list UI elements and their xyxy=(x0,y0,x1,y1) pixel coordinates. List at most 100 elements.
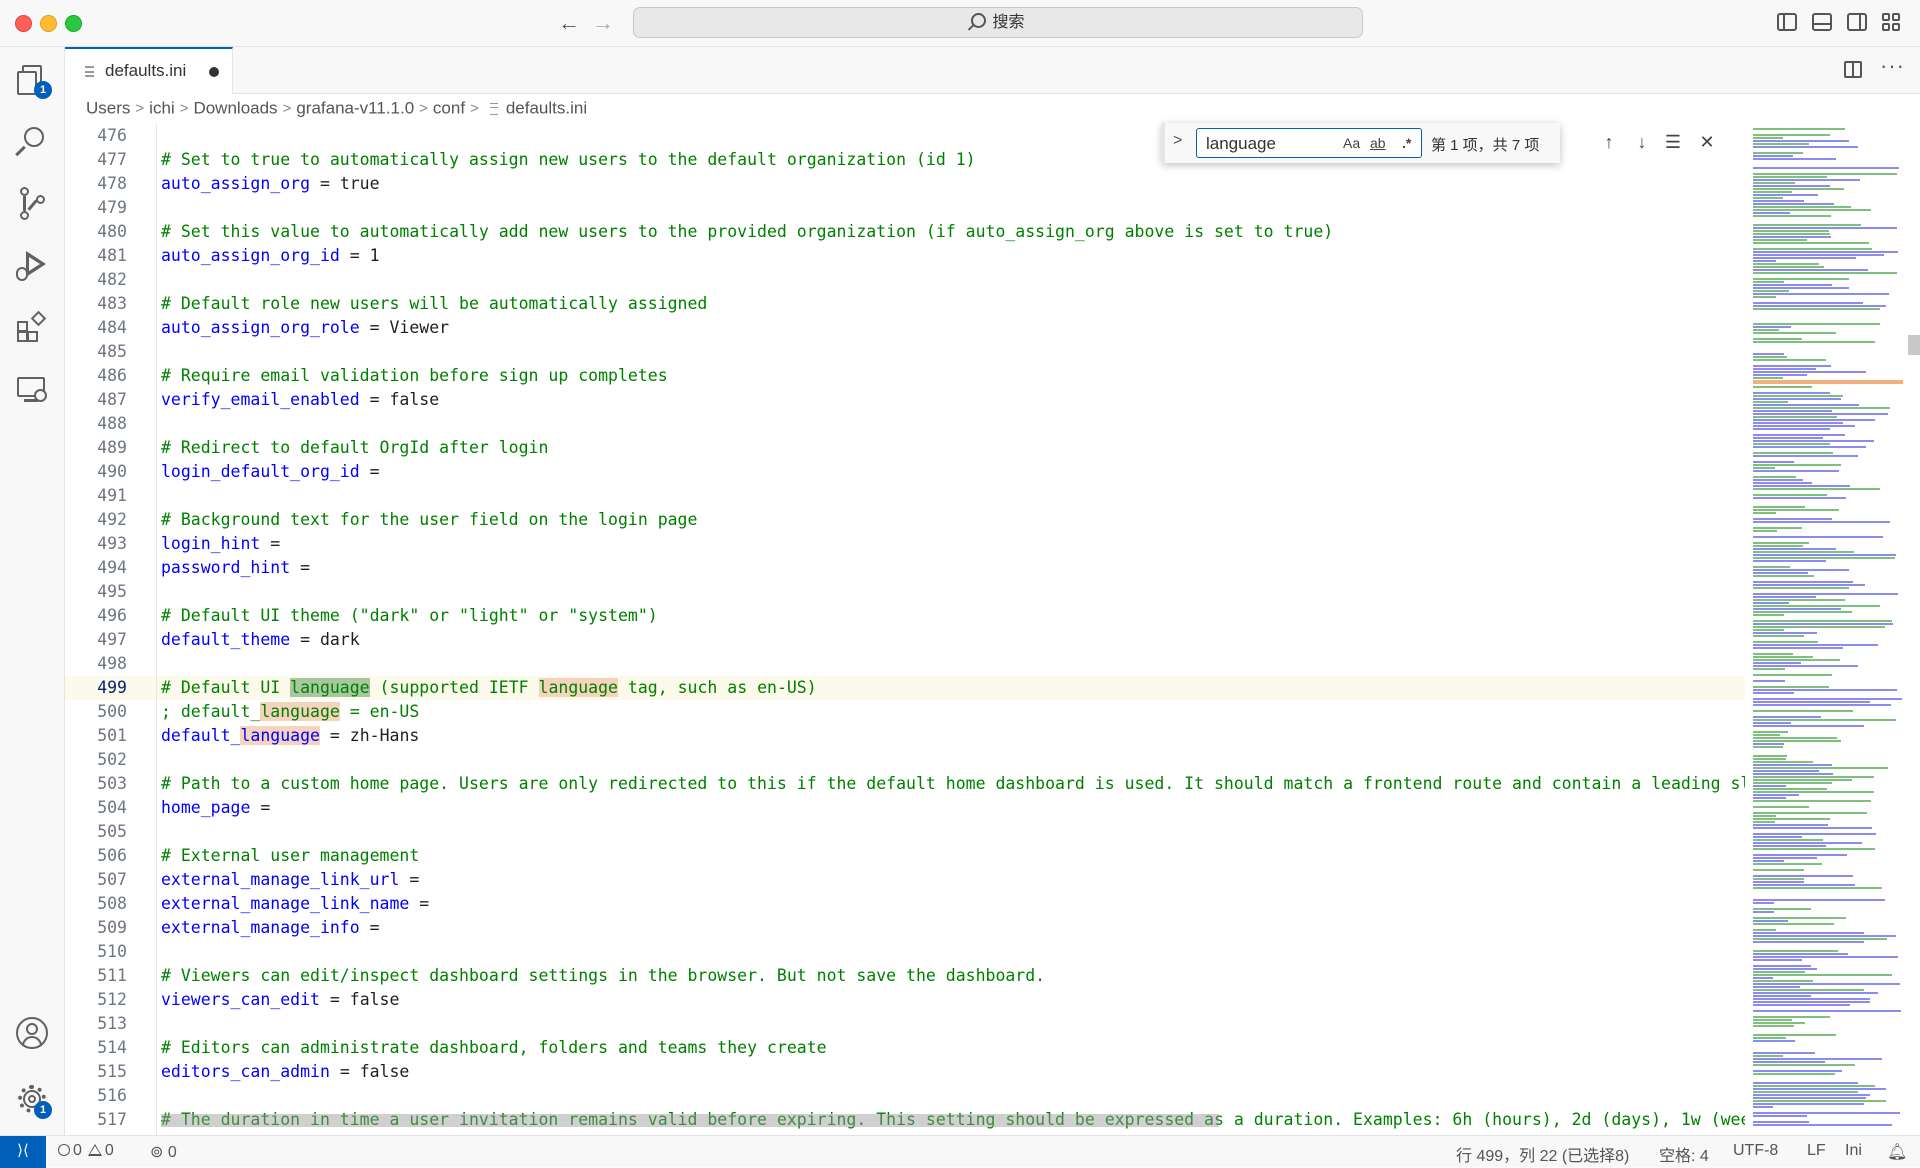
code-line[interactable]: 492 # Background text for the user field … xyxy=(65,508,1745,532)
previous-match-arrow-icon[interactable]: ↑ xyxy=(1597,130,1621,154)
problems-indicator[interactable]: 00 xyxy=(58,1142,114,1160)
code-line[interactable]: 499 # Default UI language (supported IETF… xyxy=(65,676,1745,700)
line-number: 508 xyxy=(97,894,127,913)
code-line[interactable]: 504 home_page = xyxy=(65,796,1745,820)
line-content: default_theme = dark xyxy=(161,628,360,652)
code-line[interactable]: 487 verify_email_enabled = false xyxy=(65,388,1745,412)
whole-word-toggle[interactable]: ab xyxy=(1370,135,1386,151)
ports-indicator[interactable]: ⊚ 0 xyxy=(150,1142,177,1162)
regex-toggle[interactable]: .* xyxy=(1402,135,1411,151)
code-line[interactable]: 501 default_language = zh-Hans xyxy=(65,724,1745,748)
minimap-line xyxy=(1753,662,1801,664)
code-line[interactable]: 486 # Require email validation before sig… xyxy=(65,364,1745,388)
code-line[interactable]: 496 # Default UI theme ("dark" or "light"… xyxy=(65,604,1745,628)
minimap-line xyxy=(1753,233,1830,235)
split-editor-icon[interactable] xyxy=(1844,61,1862,78)
breadcrumb-item[interactable]: Downloads xyxy=(193,99,277,118)
code-line[interactable]: 505 xyxy=(65,820,1745,844)
close-find-icon[interactable]: ✕ xyxy=(1695,130,1719,154)
code-line[interactable]: 503 # Path to a custom home page. Users a… xyxy=(65,772,1745,796)
code-token: external_manage_info xyxy=(161,918,360,937)
more-actions-icon[interactable]: ··· xyxy=(1880,53,1905,79)
code-line[interactable]: 502 xyxy=(65,748,1745,772)
code-line[interactable]: 511 # Viewers can edit/inspect dashboard … xyxy=(65,964,1745,988)
toggle-secondary-sidebar-icon[interactable] xyxy=(1847,13,1867,31)
code-editor[interactable]: 517 # The duration in time a user invitat… xyxy=(65,124,1745,1135)
find-in-selection-icon[interactable]: ☰ xyxy=(1661,130,1685,154)
tab-defaults-ini[interactable]: defaults.ini xyxy=(65,47,233,94)
code-line[interactable]: 509 external_manage_info = xyxy=(65,916,1745,940)
close-window-button[interactable] xyxy=(15,15,32,32)
vertical-scrollbar-thumb[interactable] xyxy=(1908,335,1920,355)
code-line[interactable]: 494 password_hint = xyxy=(65,556,1745,580)
manage-gear-icon[interactable]: 1 xyxy=(14,1081,52,1119)
code-line[interactable]: 500 ; default_language = en-US xyxy=(65,700,1745,724)
code-line[interactable]: 489 # Redirect to default OrgId after log… xyxy=(65,436,1745,460)
code-line[interactable]: 485 xyxy=(65,340,1745,364)
breadcrumb-item[interactable]: conf xyxy=(433,99,465,118)
ini-file-icon xyxy=(489,102,498,115)
code-line[interactable]: 488 xyxy=(65,412,1745,436)
code-token: default_ xyxy=(161,726,241,745)
code-line[interactable]: 497 default_theme = dark xyxy=(65,628,1745,652)
code-line[interactable]: 484 auto_assign_org_role = Viewer xyxy=(65,316,1745,340)
end-of-line[interactable]: LF xyxy=(1807,1142,1826,1160)
code-line[interactable]: 482 xyxy=(65,268,1745,292)
forward-arrow-icon[interactable]: → xyxy=(590,10,616,36)
code-line[interactable]: 512 viewers_can_edit = false xyxy=(65,988,1745,1012)
code-line[interactable]: 478 auto_assign_org = true xyxy=(65,172,1745,196)
toggle-panel-icon[interactable] xyxy=(1812,13,1832,31)
code-line[interactable]: 480 # Set this value to automatically add… xyxy=(65,220,1745,244)
zoom-window-button[interactable] xyxy=(65,15,82,32)
breadcrumb-item[interactable]: ichi xyxy=(149,99,175,118)
next-match-arrow-icon[interactable]: ↓ xyxy=(1630,130,1654,154)
minimap-line xyxy=(1753,548,1836,550)
toggle-replace-chevron-icon[interactable]: > xyxy=(1173,132,1182,150)
code-line[interactable]: 506 # External user management xyxy=(65,844,1745,868)
code-line[interactable]: 479 xyxy=(65,196,1745,220)
encoding[interactable]: UTF-8 xyxy=(1733,1142,1778,1160)
code-line[interactable]: 490 login_default_org_id = xyxy=(65,460,1745,484)
code-line[interactable]: 491 xyxy=(65,484,1745,508)
code-line[interactable]: 498 xyxy=(65,652,1745,676)
breadcrumb-item[interactable]: Users xyxy=(86,99,130,118)
minimap[interactable] xyxy=(1745,124,1910,1135)
code-line[interactable]: 483 # Default role new users will be auto… xyxy=(65,292,1745,316)
code-line[interactable]: 495 xyxy=(65,580,1745,604)
horizontal-scrollbar[interactable] xyxy=(161,1114,1219,1127)
back-arrow-icon[interactable]: ← xyxy=(556,10,582,36)
breadcrumb-item[interactable]: defaults.ini xyxy=(506,99,587,118)
remote-indicator-icon[interactable]: ⟩⟨ xyxy=(0,1136,46,1168)
minimap-line xyxy=(1753,1085,1875,1087)
explorer-icon[interactable]: 1 xyxy=(14,61,52,99)
language-mode[interactable]: Ini xyxy=(1845,1142,1862,1160)
code-line[interactable]: 493 login_hint = xyxy=(65,532,1745,556)
find-input-box[interactable]: Aa ab .* xyxy=(1196,128,1422,158)
notifications-bell-icon[interactable]: 🔔︎ xyxy=(1887,1142,1907,1162)
code-line[interactable]: 513 xyxy=(65,1012,1745,1036)
unsaved-dot-icon[interactable] xyxy=(209,67,219,77)
toggle-primary-sidebar-icon[interactable] xyxy=(1777,13,1797,31)
code-line[interactable]: 515 editors_can_admin = false xyxy=(65,1060,1745,1084)
code-line[interactable]: 507 external_manage_link_url = xyxy=(65,868,1745,892)
accounts-icon[interactable] xyxy=(14,1015,50,1051)
command-center-search[interactable]: 搜索 xyxy=(633,7,1363,38)
code-line[interactable]: 481 auto_assign_org_id = 1 xyxy=(65,244,1745,268)
code-line[interactable]: 516 xyxy=(65,1084,1745,1108)
search-view-icon[interactable] xyxy=(14,123,50,159)
minimap-line xyxy=(1753,527,1802,529)
breadcrumb-item[interactable]: grafana-v11.1.0 xyxy=(296,99,414,118)
minimize-window-button[interactable] xyxy=(40,15,57,32)
cursor-position[interactable]: 行 499，列 22 (已选择8) xyxy=(1456,1142,1629,1166)
match-case-toggle[interactable]: Aa xyxy=(1343,135,1360,151)
run-debug-icon[interactable] xyxy=(14,247,50,283)
customize-layout-icon[interactable] xyxy=(1882,13,1902,31)
extensions-icon[interactable] xyxy=(14,309,50,345)
source-control-icon[interactable] xyxy=(14,185,50,221)
code-line[interactable]: 510 xyxy=(65,940,1745,964)
code-line[interactable]: 508 external_manage_link_name = xyxy=(65,892,1745,916)
code-line[interactable]: 514 # Editors can administrate dashboard,… xyxy=(65,1036,1745,1060)
find-input[interactable] xyxy=(1204,133,1338,155)
indentation[interactable]: 空格: 4 xyxy=(1659,1142,1709,1166)
remote-explorer-icon[interactable] xyxy=(14,371,50,407)
